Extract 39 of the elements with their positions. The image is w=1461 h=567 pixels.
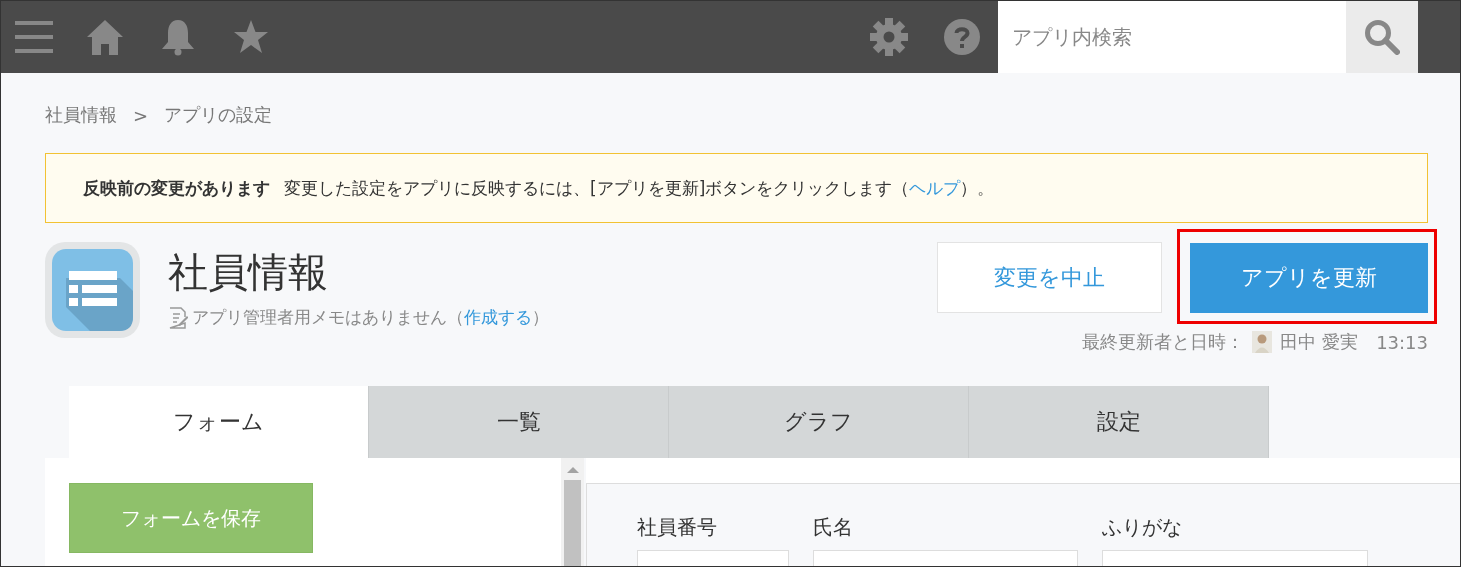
notice-message: 変更した設定をアプリに反映するには、[アプリを更新]ボタンをクリックします（ヘルプ）。 xyxy=(284,176,995,200)
tab[interactable]: 一覧 xyxy=(369,386,669,458)
scrollbar[interactable] xyxy=(561,458,584,566)
notice-title: 反映前の変更があります xyxy=(83,176,270,200)
scrollbar-thumb[interactable] xyxy=(564,480,581,566)
breadcrumb-separator: > xyxy=(133,104,149,126)
search-field[interactable]: アプリ内検索 xyxy=(998,1,1346,73)
field-label: 社員番号 xyxy=(637,514,718,541)
text-input[interactable] xyxy=(1102,550,1368,566)
scroll-up-icon[interactable] xyxy=(566,466,579,474)
search-icon xyxy=(1364,19,1400,55)
tab[interactable]: 設定 xyxy=(969,386,1269,458)
bell-icon[interactable] xyxy=(161,18,195,56)
cancel-changes-button[interactable]: 変更を中止 xyxy=(937,242,1162,313)
tab[interactable]: フォーム xyxy=(69,386,369,458)
create-memo-link[interactable]: 作成する xyxy=(464,307,532,327)
last-updated-label: 最終更新者と日時： xyxy=(1082,330,1245,354)
home-icon[interactable] xyxy=(87,19,123,55)
update-time: 13:13 xyxy=(1376,331,1428,353)
update-app-button[interactable]: アプリを更新 xyxy=(1190,243,1428,313)
help-icon[interactable] xyxy=(944,19,980,55)
tab[interactable]: グラフ xyxy=(669,386,969,458)
user-avatar xyxy=(1252,331,1273,353)
breadcrumb-link[interactable]: アプリの設定 xyxy=(164,103,273,127)
breadcrumb-link[interactable]: 社員情報 xyxy=(45,103,117,127)
memo-text: アプリ管理者用メモはありません（作成する） xyxy=(192,306,549,329)
settings-icon[interactable] xyxy=(870,18,908,56)
text-input[interactable] xyxy=(813,550,1078,566)
menu-icon[interactable] xyxy=(15,19,53,55)
search-button[interactable] xyxy=(1346,1,1418,73)
field-label: 氏名 xyxy=(813,514,854,541)
star-icon[interactable] xyxy=(233,19,269,55)
memo-edit-icon xyxy=(168,306,188,329)
field-label: ふりがな xyxy=(1102,514,1183,541)
text-input[interactable] xyxy=(637,550,789,566)
app-title: 社員情報 xyxy=(168,248,329,297)
app-icon xyxy=(45,242,140,338)
help-link[interactable]: ヘルプ xyxy=(909,177,961,198)
updater-name: 田中 愛実 xyxy=(1280,330,1359,354)
